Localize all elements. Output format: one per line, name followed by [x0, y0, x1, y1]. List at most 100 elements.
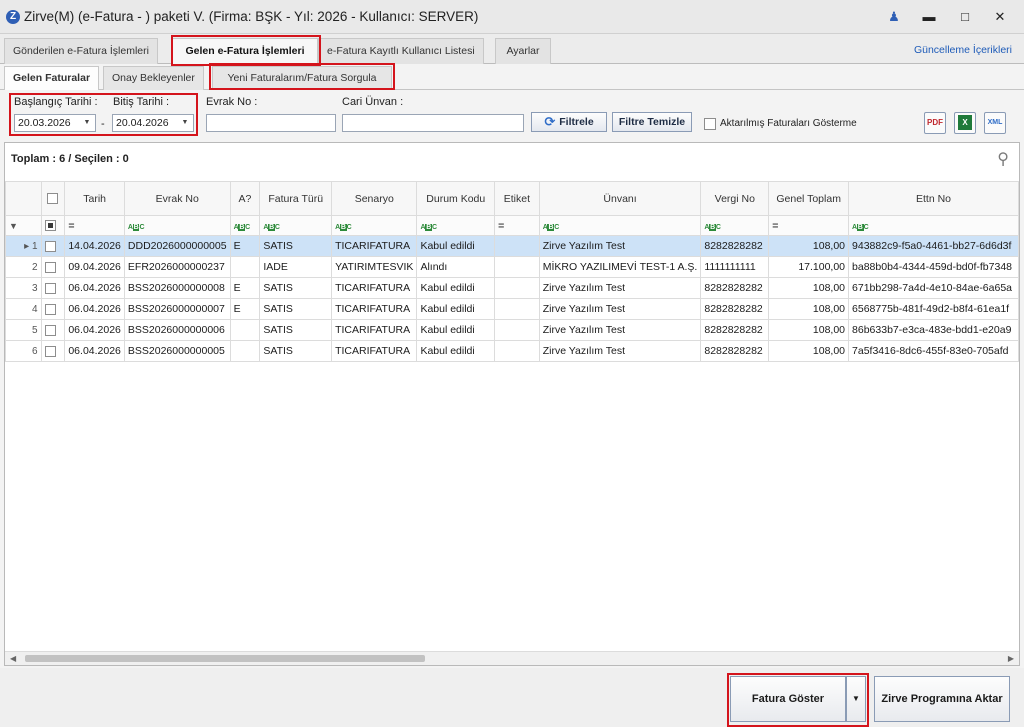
table-row[interactable]: 3 06.04.2026 BSS2026000000008 E SATIS TICARIF… — [5, 277, 1019, 299]
table-row[interactable]: ▸ 1 14.04.2026 DDD2026000000005 E SATIS TICAR… — [5, 235, 1019, 257]
funnel-icon[interactable]: ▼ — [5, 215, 42, 236]
column-header[interactable]: Genel Toplam — [768, 181, 850, 216]
cell-unvan: Zirve Yazılım Test — [538, 319, 702, 341]
end-date-label: Bitiş Tarihi : — [113, 96, 170, 108]
table-row[interactable]: 6 06.04.2026 BSS2026000000005 SATIS TICARIFA… — [5, 340, 1019, 362]
window-title: Zirve(M) (e-Fatura - ) paketi V. (Firma:… — [24, 9, 479, 24]
cell-toplam: 108,00 — [768, 319, 850, 341]
column-header[interactable]: Etiket — [494, 181, 540, 216]
column-header[interactable]: Durum Kodu — [416, 181, 496, 216]
cell-vergi: 8282828282 — [700, 235, 770, 257]
scrollbar-thumb[interactable] — [25, 655, 425, 662]
row-checkbox[interactable] — [44, 261, 56, 273]
text-filter-icon: ABC — [420, 223, 437, 231]
cell-a: E — [229, 235, 261, 257]
column-filter-cell[interactable]: ABC — [538, 215, 702, 236]
start-date-picker[interactable]: 20.03.2026 ▼ — [14, 114, 96, 132]
update-contents-link[interactable]: Güncelleme İçerikleri — [914, 44, 1012, 56]
cell-unvan: Zirve Yazılım Test — [538, 340, 702, 362]
search-icon[interactable]: ⚲ — [997, 149, 1009, 169]
row-number: 3 — [5, 277, 42, 299]
tab-settings[interactable]: Ayarlar — [495, 38, 551, 64]
column-filter-cell[interactable]: ABC — [416, 215, 496, 236]
scroll-left-icon[interactable]: ◀ — [10, 652, 16, 665]
start-date-value: 20.03.2026 — [18, 117, 71, 129]
row-checkbox[interactable] — [44, 303, 56, 315]
show-transferred-checkbox[interactable] — [704, 118, 716, 130]
cell-tarih: 06.04.2026 — [64, 277, 125, 299]
tab-sent-efatura[interactable]: Gönderilen e-Fatura İşlemleri — [4, 38, 158, 64]
minimize-icon[interactable]: ▬ — [916, 6, 942, 28]
filter-checkbox-cell[interactable] — [40, 215, 66, 236]
cell-tur: IADE — [259, 256, 333, 278]
row-checkbox-cell[interactable] — [40, 277, 66, 299]
show-invoice-dropdown[interactable]: ▼ — [846, 676, 866, 722]
column-filter-cell[interactable]: ABC — [229, 215, 261, 236]
horizontal-scrollbar[interactable]: ◀ ▶ — [5, 651, 1019, 665]
select-all-header — [40, 181, 66, 216]
excel-export-icon[interactable]: X — [954, 112, 976, 134]
cell-tur: SATIS — [259, 319, 333, 341]
show-invoice-button[interactable]: Fatura Göster — [730, 676, 846, 722]
row-checkbox-cell[interactable] — [40, 319, 66, 341]
tab-new-invoices-query[interactable]: Yeni Faturalarım/Fatura Sorgula — [212, 66, 392, 90]
row-checkbox[interactable] — [44, 240, 56, 252]
column-header[interactable]: Fatura Türü — [259, 181, 333, 216]
column-header[interactable]: Ettn No — [848, 181, 1019, 216]
text-filter-icon: ABC — [335, 223, 352, 231]
row-checkbox-cell[interactable] — [40, 235, 66, 257]
row-checkbox-cell[interactable] — [40, 256, 66, 278]
current-row-icon: ▸ — [24, 240, 32, 252]
cell-durum: Alındı — [416, 256, 496, 278]
column-filter-cell[interactable]: = — [494, 215, 540, 236]
row-checkbox-cell[interactable] — [40, 298, 66, 320]
cell-toplam: 17.100,00 — [768, 256, 850, 278]
tab-incoming-invoices[interactable]: Gelen Faturalar — [4, 66, 100, 90]
select-all-checkbox[interactable] — [47, 193, 59, 205]
column-filter-cell[interactable]: ABC — [700, 215, 770, 236]
end-date-picker[interactable]: 20.04.2026 ▼ — [112, 114, 194, 132]
column-header[interactable]: Evrak No — [123, 181, 231, 216]
evrak-no-input[interactable] — [206, 114, 336, 132]
column-header[interactable]: Ünvanı — [538, 181, 702, 216]
xml-export-icon[interactable]: XML — [984, 112, 1006, 134]
invoice-grid-panel: Toplam : 6 / Seçilen : 0 ⚲ Tarih Evrak N… — [4, 142, 1020, 666]
bottom-bar: Fatura Göster ▼ Zirve Programına Aktar — [0, 668, 1024, 727]
user-icon[interactable]: ♟ — [881, 6, 907, 28]
row-checkbox-cell[interactable] — [40, 340, 66, 362]
column-filter-cell[interactable]: ABC — [259, 215, 333, 236]
column-filter-cell[interactable]: ABC — [848, 215, 1019, 236]
cari-unvan-input[interactable] — [342, 114, 524, 132]
row-checkbox[interactable] — [44, 345, 56, 357]
tab-registered-users[interactable]: e-Fatura Kayıtlı Kullanıcı Listesi — [318, 38, 484, 64]
filter-button[interactable]: ⟳ Filtrele — [531, 112, 607, 132]
row-number-label: 2 — [31, 261, 38, 273]
row-checkbox[interactable] — [44, 282, 56, 294]
column-filter-cell[interactable]: ABC — [331, 215, 418, 236]
cell-a — [229, 319, 261, 341]
cell-unvan: Zirve Yazılım Test — [538, 277, 702, 299]
scroll-right-icon[interactable]: ▶ — [1008, 652, 1014, 665]
table-row[interactable]: 5 06.04.2026 BSS2026000000006 SATIS TICARIFA… — [5, 319, 1019, 341]
transfer-to-zirve-button[interactable]: Zirve Programına Aktar — [874, 676, 1010, 722]
tab-incoming-efatura[interactable]: Gelen e-Fatura İşlemleri — [172, 38, 318, 65]
pdf-export-icon[interactable]: PDF — [924, 112, 946, 134]
column-header[interactable]: Senaryo — [331, 181, 418, 216]
show-transferred-label: Aktarılmış Faturaları Gösterme — [720, 118, 857, 129]
clear-filter-button[interactable]: Filtre Temizle — [612, 112, 692, 132]
column-filter-cell[interactable]: ABC — [123, 215, 231, 236]
column-header[interactable]: Vergi No — [700, 181, 770, 216]
maximize-icon[interactable]: □ — [952, 6, 978, 28]
column-filter-cell[interactable]: = — [768, 215, 850, 236]
cell-a: E — [229, 277, 261, 299]
column-filter-cell[interactable]: = — [64, 215, 125, 236]
cell-tur: SATIS — [259, 340, 333, 362]
column-header[interactable]: Tarih — [64, 181, 125, 216]
close-icon[interactable]: ✕ — [987, 6, 1013, 28]
tab-pending-approval[interactable]: Onay Bekleyenler — [103, 66, 204, 90]
column-header[interactable]: A? — [229, 181, 261, 216]
table-row[interactable]: 4 06.04.2026 BSS2026000000007 E SATIS TICARIF… — [5, 298, 1019, 320]
table-row[interactable]: 2 09.04.2026 EFR2026000000237 IADE YATIRIMTE… — [5, 256, 1019, 278]
row-checkbox[interactable] — [44, 324, 56, 336]
indeterminate-checkbox[interactable] — [44, 220, 56, 232]
